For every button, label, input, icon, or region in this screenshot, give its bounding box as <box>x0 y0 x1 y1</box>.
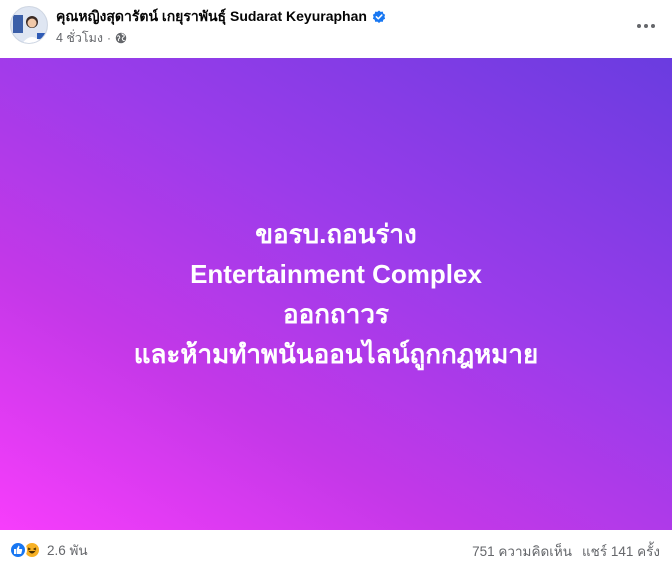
like-icon <box>9 541 27 559</box>
facebook-post: คุณหญิงสุดารัตน์ เกยุราพันธุ์ Sudarat Ke… <box>0 0 672 563</box>
post-meta: 4 ชั่วโมง · <box>56 29 127 47</box>
verified-badge-icon <box>372 10 386 23</box>
shares-count[interactable]: แชร์ 141 ครั้ง <box>582 540 660 562</box>
banner-line-4: และห้ามทำพนันออนไลน์ถูกกฎหมาย <box>133 339 539 369</box>
post-footer: 2.6 พัน 751 ความคิดเห็น แชร์ 141 ครั้ง <box>0 530 672 563</box>
comments-count[interactable]: 751 ความคิดเห็น <box>472 540 572 562</box>
reaction-count: 2.6 พัน <box>47 543 88 558</box>
reactions-summary[interactable]: 2.6 พัน <box>9 539 88 561</box>
post-timestamp[interactable]: 4 ชั่วโมง <box>56 28 103 48</box>
avatar-image <box>11 7 47 43</box>
post-banner: ขอรบ.ถอนร่าง Entertainment Complex ออกถา… <box>0 58 672 530</box>
globe-icon <box>115 32 127 44</box>
banner-line-2: Entertainment Complex <box>190 259 482 289</box>
meta-separator: · <box>107 31 111 45</box>
banner-line-1: ขอรบ.ถอนร่าง <box>255 219 417 249</box>
author-name[interactable]: คุณหญิงสุดารัตน์ เกยุราพันธุ์ Sudarat Ke… <box>56 6 367 28</box>
author-avatar[interactable] <box>10 6 48 44</box>
post-header: คุณหญิงสุดารัตน์ เกยุราพันธุ์ Sudarat Ke… <box>0 0 672 58</box>
engagement-stats: 751 ความคิดเห็น แชร์ 141 ครั้ง <box>472 540 660 562</box>
banner-line-3: ออกถาวร <box>283 299 389 329</box>
author-row: คุณหญิงสุดารัตน์ เกยุราพันธุ์ Sudarat Ke… <box>56 7 386 27</box>
more-options-icon[interactable] <box>634 16 658 36</box>
